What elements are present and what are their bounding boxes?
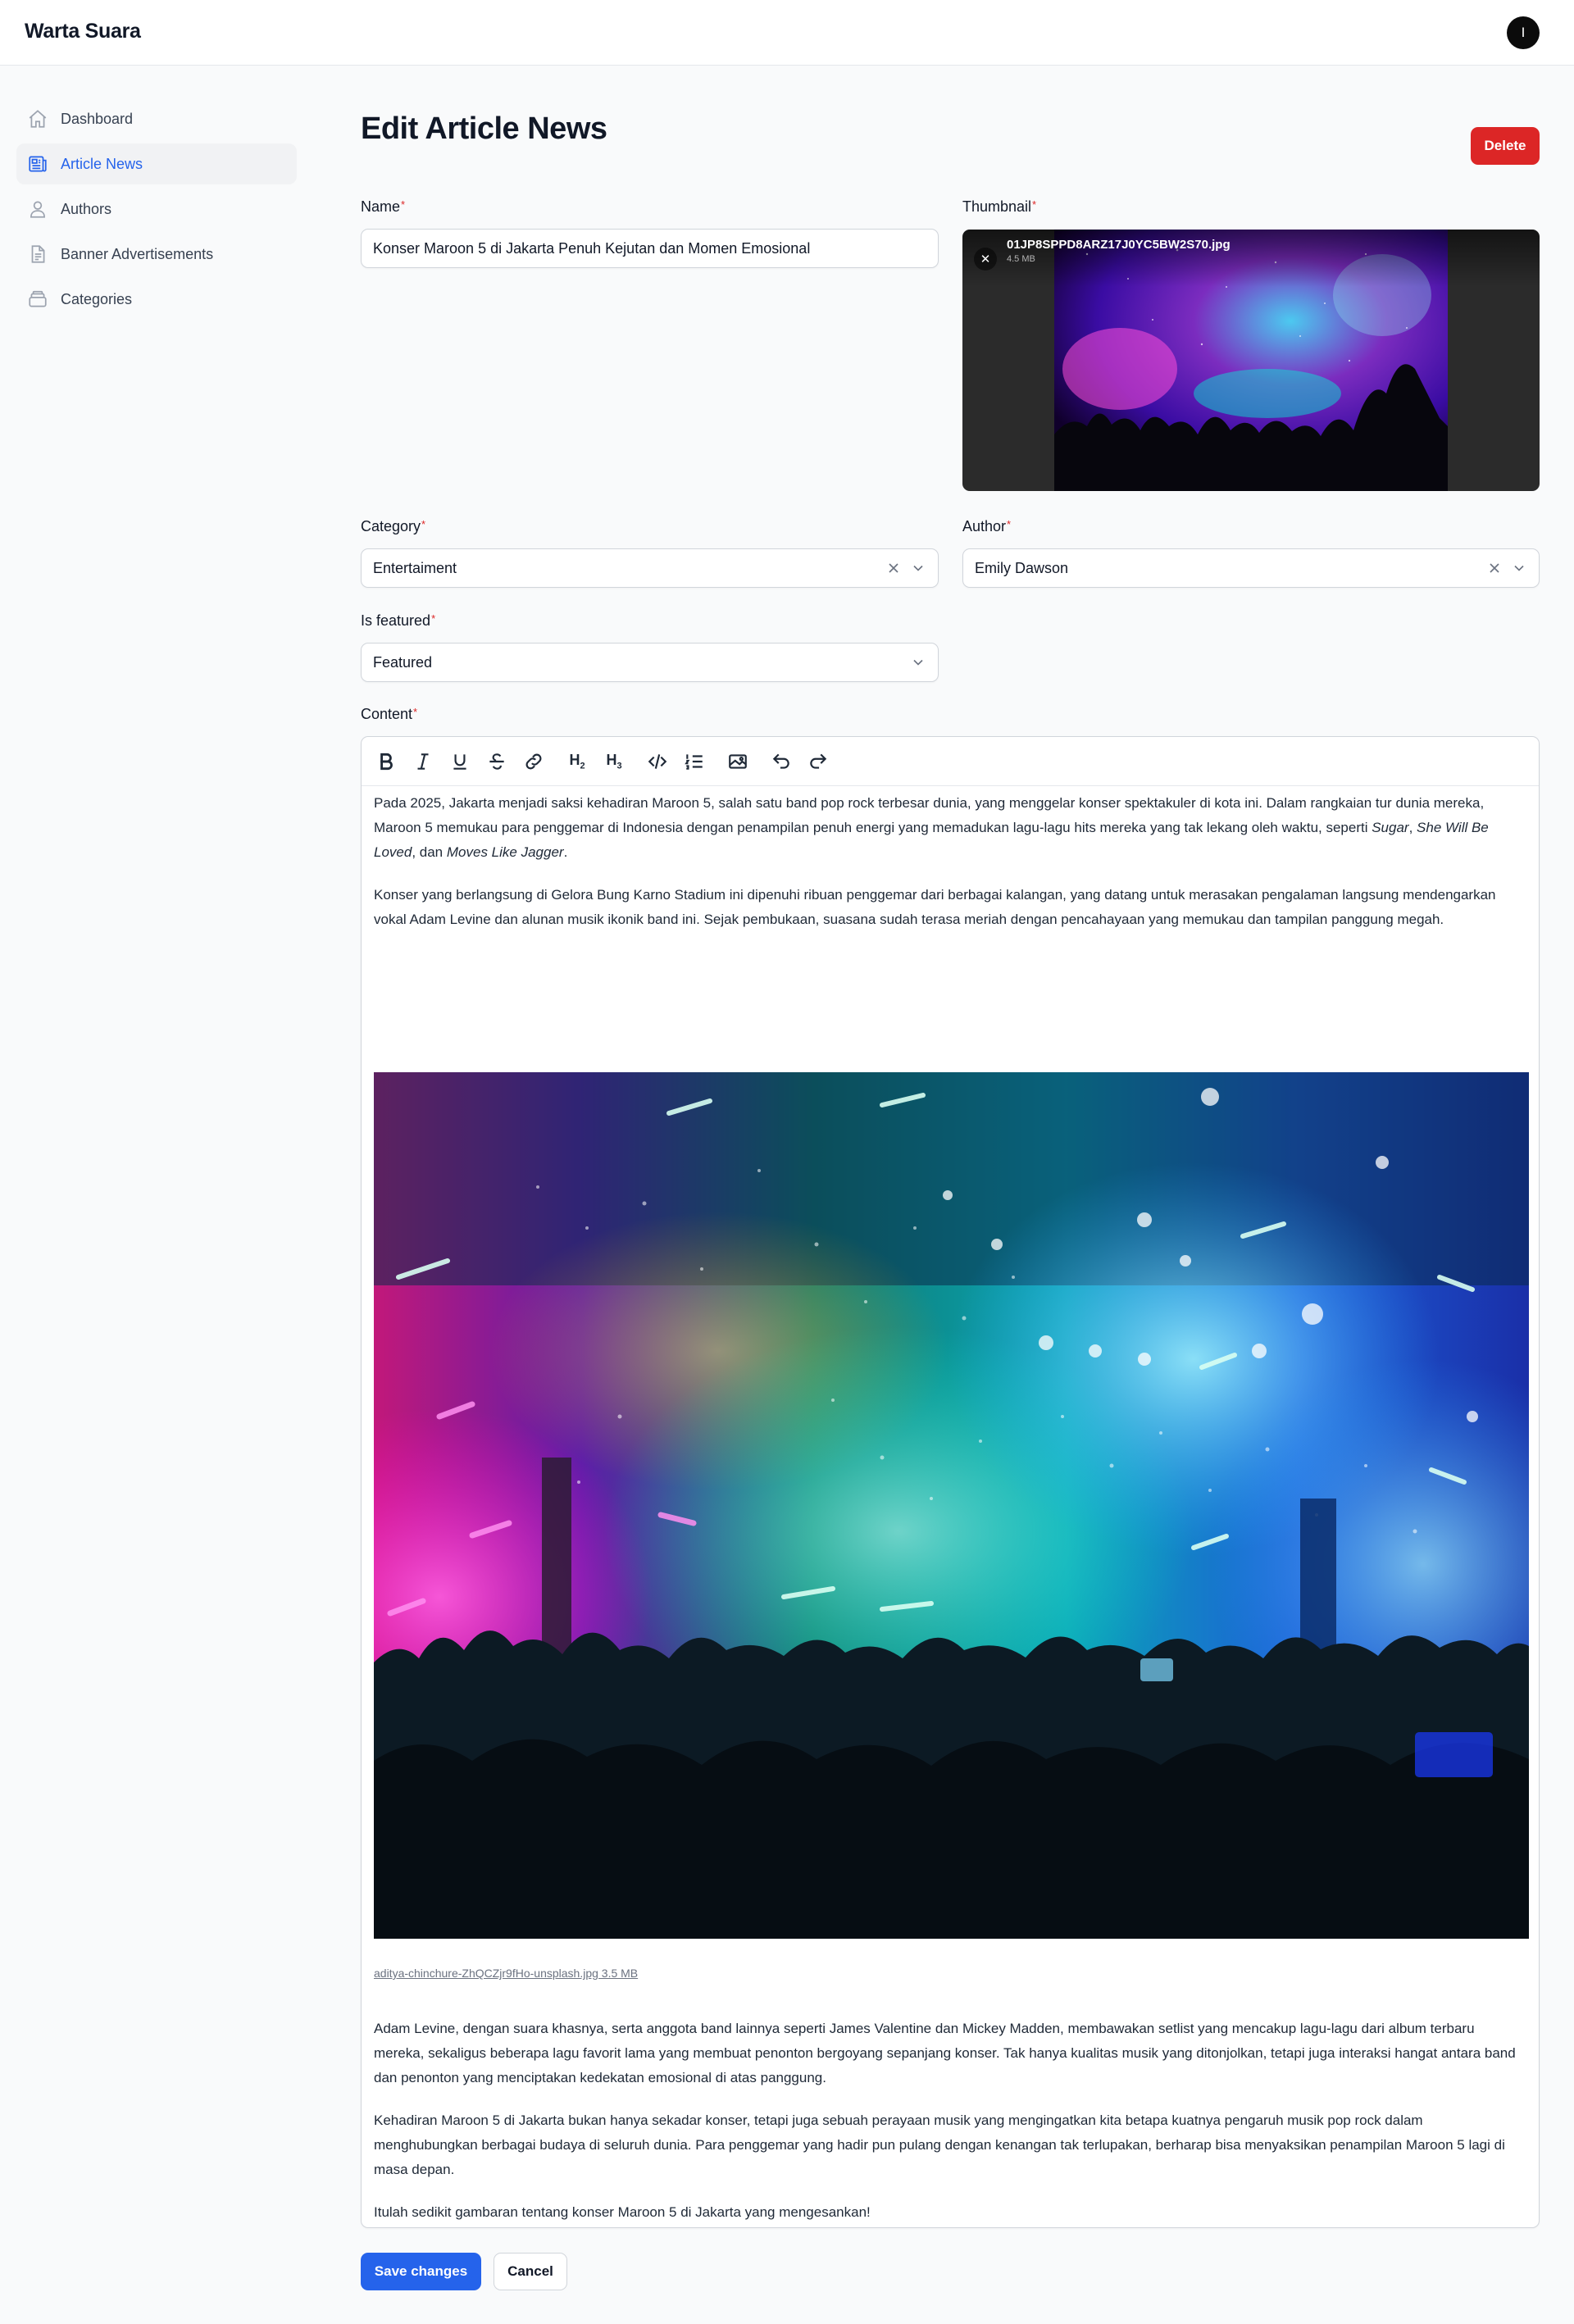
- chevron-down-icon[interactable]: [1511, 560, 1527, 576]
- strike-icon[interactable]: [483, 748, 511, 775]
- sidebar-item-dashboard[interactable]: Dashboard: [16, 98, 297, 139]
- is-featured-select[interactable]: Featured: [361, 643, 939, 682]
- content-paragraph: Konser yang berlangsung di Gelora Bung K…: [374, 887, 1496, 927]
- h3-icon[interactable]: H3: [600, 748, 628, 775]
- sidebar-item-categories[interactable]: Categories: [16, 279, 297, 320]
- author-select[interactable]: Emily Dawson: [962, 548, 1540, 588]
- user-icon: [26, 198, 49, 221]
- content-image-caption[interactable]: aditya-chinchure-ZhQCZjr9fHo-unsplash.jp…: [374, 1967, 638, 1980]
- sidebar-item-label: Dashboard: [61, 110, 134, 127]
- page-title: Edit Article News: [361, 111, 607, 146]
- user-avatar[interactable]: I: [1507, 16, 1540, 49]
- chevron-down-icon[interactable]: [910, 560, 926, 576]
- is-featured-value: Featured: [373, 653, 433, 671]
- sidebar-item-label: Authors: [61, 200, 112, 217]
- clear-category-icon[interactable]: [885, 560, 902, 576]
- newspaper-icon: [26, 152, 49, 175]
- link-icon[interactable]: [520, 748, 548, 775]
- undo-icon[interactable]: [767, 748, 795, 775]
- sidebar-item-label: Categories: [61, 290, 133, 307]
- thumbnail-label: Thumbnail*: [962, 198, 1037, 215]
- required-marker: *: [1007, 518, 1012, 530]
- content-paragraph: Adam Levine, dengan suara khasnya, serta…: [374, 2021, 1516, 2085]
- delete-button[interactable]: Delete: [1471, 127, 1540, 165]
- content-paragraph: Kehadiran Maroon 5 di Jakarta bukan hany…: [374, 2113, 1505, 2177]
- required-marker: *: [421, 518, 426, 530]
- required-marker: *: [413, 706, 418, 718]
- clear-author-icon[interactable]: [1486, 560, 1503, 576]
- sidebar-item-label: Banner Advertisements: [61, 245, 214, 262]
- sidebar-item-authors[interactable]: Authors: [16, 189, 297, 230]
- thumbnail-file-name: 01JP8SPPD8ARZ17J0YC5BW2S70.jpg: [1007, 238, 1231, 252]
- remove-thumbnail-icon[interactable]: ✕: [974, 248, 997, 271]
- author-label: Author*: [962, 518, 1012, 534]
- required-marker: *: [1032, 198, 1037, 211]
- code-icon[interactable]: [644, 748, 671, 775]
- sidebar: Dashboard Article News Authors Banner Ad…: [16, 98, 297, 324]
- content-editor[interactable]: H2 H3 Pada 2025, Jakarta menjadi saksi k…: [361, 736, 1540, 2228]
- redo-icon[interactable]: [804, 748, 832, 775]
- stack-icon: [26, 288, 49, 311]
- category-value: Entertaiment: [373, 559, 457, 576]
- author-value: Emily Dawson: [975, 559, 1069, 576]
- name-value: Konser Maroon 5 di Jakarta Penuh Kejutan…: [373, 239, 811, 257]
- bold-icon[interactable]: [372, 748, 400, 775]
- h2-icon[interactable]: H2: [563, 748, 591, 775]
- thumbnail-upload[interactable]: ✕ 01JP8SPPD8ARZ17J0YC5BW2S70.jpg 4.5 MB: [962, 230, 1540, 491]
- sidebar-item-banner-advertisements[interactable]: Banner Advertisements: [16, 234, 297, 275]
- is-featured-label: Is featured*: [361, 612, 436, 629]
- name-input[interactable]: Konser Maroon 5 di Jakarta Penuh Kejutan…: [361, 229, 939, 268]
- home-icon: [26, 107, 49, 130]
- sidebar-item-label: Article News: [61, 155, 143, 172]
- content-image[interactable]: [374, 1072, 1529, 1939]
- cancel-button[interactable]: Cancel: [494, 2253, 567, 2290]
- content-label: Content*: [361, 706, 418, 722]
- editor-toolbar: H2 H3: [362, 737, 1539, 786]
- concert-photo: [374, 1072, 1529, 1939]
- required-marker: *: [431, 612, 436, 625]
- chevron-down-icon[interactable]: [910, 654, 926, 671]
- ordered-list-icon[interactable]: [680, 748, 708, 775]
- document-icon: [26, 243, 49, 266]
- name-label: Name*: [361, 198, 406, 215]
- top-bar: Warta Suara I: [0, 0, 1574, 66]
- content-paragraph: Pada 2025, Jakarta menjadi saksi kehadir…: [374, 795, 1489, 860]
- sidebar-item-article-news[interactable]: Article News: [16, 143, 297, 184]
- thumbnail-file-size: 4.5 MB: [1007, 254, 1035, 264]
- required-marker: *: [401, 198, 406, 211]
- category-label: Category*: [361, 518, 426, 534]
- content-paragraph: Itulah sedikit gambaran tentang konser M…: [374, 2204, 871, 2220]
- category-select[interactable]: Entertaiment: [361, 548, 939, 588]
- save-changes-button[interactable]: Save changes: [361, 2253, 481, 2290]
- brand-logo[interactable]: Warta Suara: [25, 20, 141, 43]
- italic-icon[interactable]: [409, 748, 437, 775]
- image-icon[interactable]: [724, 748, 752, 775]
- underline-icon[interactable]: [446, 748, 474, 775]
